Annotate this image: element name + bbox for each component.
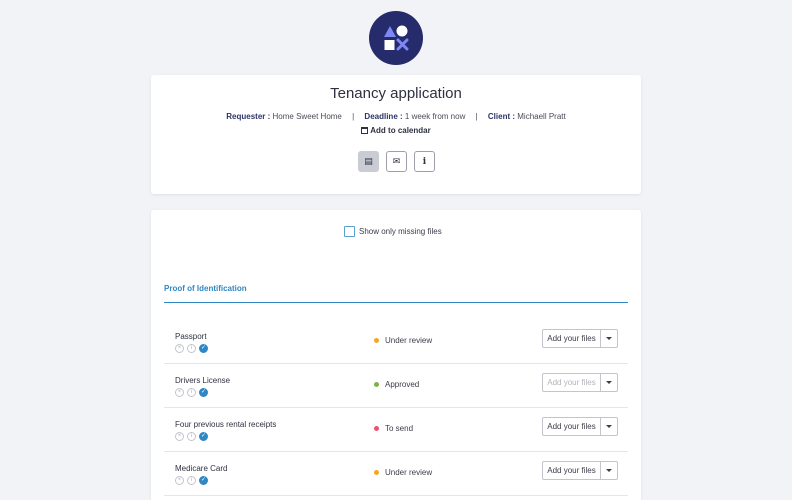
calendar-icon [361,127,369,134]
document-row: Passport × i ✓ Under review Add your fil… [164,320,628,364]
request-summary-card: Tenancy application Requester : Home Swe… [151,75,641,194]
documents-card: Show only missing files Proof of Identif… [151,210,641,500]
status-dot-icon [374,426,379,431]
remove-icon[interactable]: × [175,432,184,441]
document-row: Four previous rental receipts × i ✓ To s… [164,408,628,452]
page-title: Tenancy application [330,85,462,102]
dropdown-toggle[interactable] [601,374,617,391]
missing-files-label: Show only missing files [359,227,442,236]
request-meta: Requester : Home Sweet Home | Deadline :… [151,112,641,121]
documents-view-button[interactable]: ▤ [358,151,379,172]
message-button[interactable]: ✉ [386,151,407,172]
brand-logo [369,11,423,65]
document-status: Approved [374,380,419,389]
remove-icon[interactable]: × [175,476,184,485]
document-name: Drivers License [175,376,231,385]
info-icon[interactable]: i [187,476,196,485]
info-icon[interactable]: i [187,388,196,397]
meta-separator: | [352,112,355,121]
requester-value: Home Sweet Home [272,112,342,121]
status-dot-icon [374,338,379,343]
meta-separator: | [475,112,478,121]
missing-files-filter[interactable]: Show only missing files [344,226,442,237]
envelope-icon: ✉ [392,156,401,166]
document-row: Medicare Card × i ✓ Under review Add you… [164,452,628,496]
status-label: To send [385,424,414,433]
info-icon[interactable]: i [187,344,196,353]
status-label: Under review [385,336,433,345]
document-indicators: × i ✓ [175,344,208,353]
missing-files-checkbox[interactable] [344,226,355,237]
client-label: Client : [487,112,516,121]
add-files-button[interactable]: Add your files [543,374,601,391]
document-name: Passport [175,332,207,341]
add-files-button[interactable]: Add your files [543,462,601,479]
add-to-calendar-link[interactable]: Add to calendar [151,126,641,135]
status-dot-icon [374,470,379,475]
document-row: Drivers License × i ✓ Approved Add your … [164,364,628,408]
document-status: Under review [374,336,432,345]
status-label: Approved [385,380,420,389]
document-icon: ▤ [364,156,373,166]
document-indicators: × i ✓ [175,432,208,441]
deadline-value: 1 week from now [404,112,466,121]
requester-label: Requester : [226,112,271,121]
add-files-dropdown[interactable]: Add your files [542,329,618,348]
add-files-button[interactable]: Add your files [543,330,601,347]
section-title[interactable]: Proof of Identification [164,284,247,293]
section-divider [164,302,628,303]
document-status: To send [374,424,413,433]
info-button[interactable]: i [414,151,435,172]
dropdown-toggle[interactable] [601,462,617,479]
document-status: Under review [374,468,432,477]
shapes-logo-icon [384,25,409,51]
document-indicators: × i ✓ [175,388,208,397]
info-icon[interactable]: i [187,432,196,441]
add-files-dropdown[interactable]: Add your files [542,373,618,392]
info-icon: i [422,156,427,167]
dropdown-toggle[interactable] [601,418,617,435]
document-name: Four previous rental receipts [175,420,277,429]
chevron-down-icon [606,425,612,428]
deadline-label: Deadline : [364,112,403,121]
chevron-down-icon [606,337,612,340]
dropdown-toggle[interactable] [601,330,617,347]
required-check-icon: ✓ [199,388,208,397]
required-check-icon: ✓ [199,432,208,441]
status-label: Under review [385,468,433,477]
required-check-icon: ✓ [199,344,208,353]
status-dot-icon [374,382,379,387]
add-files-dropdown[interactable]: Add your files [542,417,618,436]
chevron-down-icon [606,381,612,384]
add-files-dropdown[interactable]: Add your files [542,461,618,480]
view-toolbar: ▤ ✉ i [358,151,435,172]
add-files-button[interactable]: Add your files [543,418,601,435]
client-value: Michaell Pratt [517,112,566,121]
add-to-calendar-label: Add to calendar [370,126,431,135]
remove-icon[interactable]: × [175,344,184,353]
remove-icon[interactable]: × [175,388,184,397]
document-indicators: × i ✓ [175,476,208,485]
chevron-down-icon [606,469,612,472]
document-name: Medicare Card [175,464,228,473]
required-check-icon: ✓ [199,476,208,485]
